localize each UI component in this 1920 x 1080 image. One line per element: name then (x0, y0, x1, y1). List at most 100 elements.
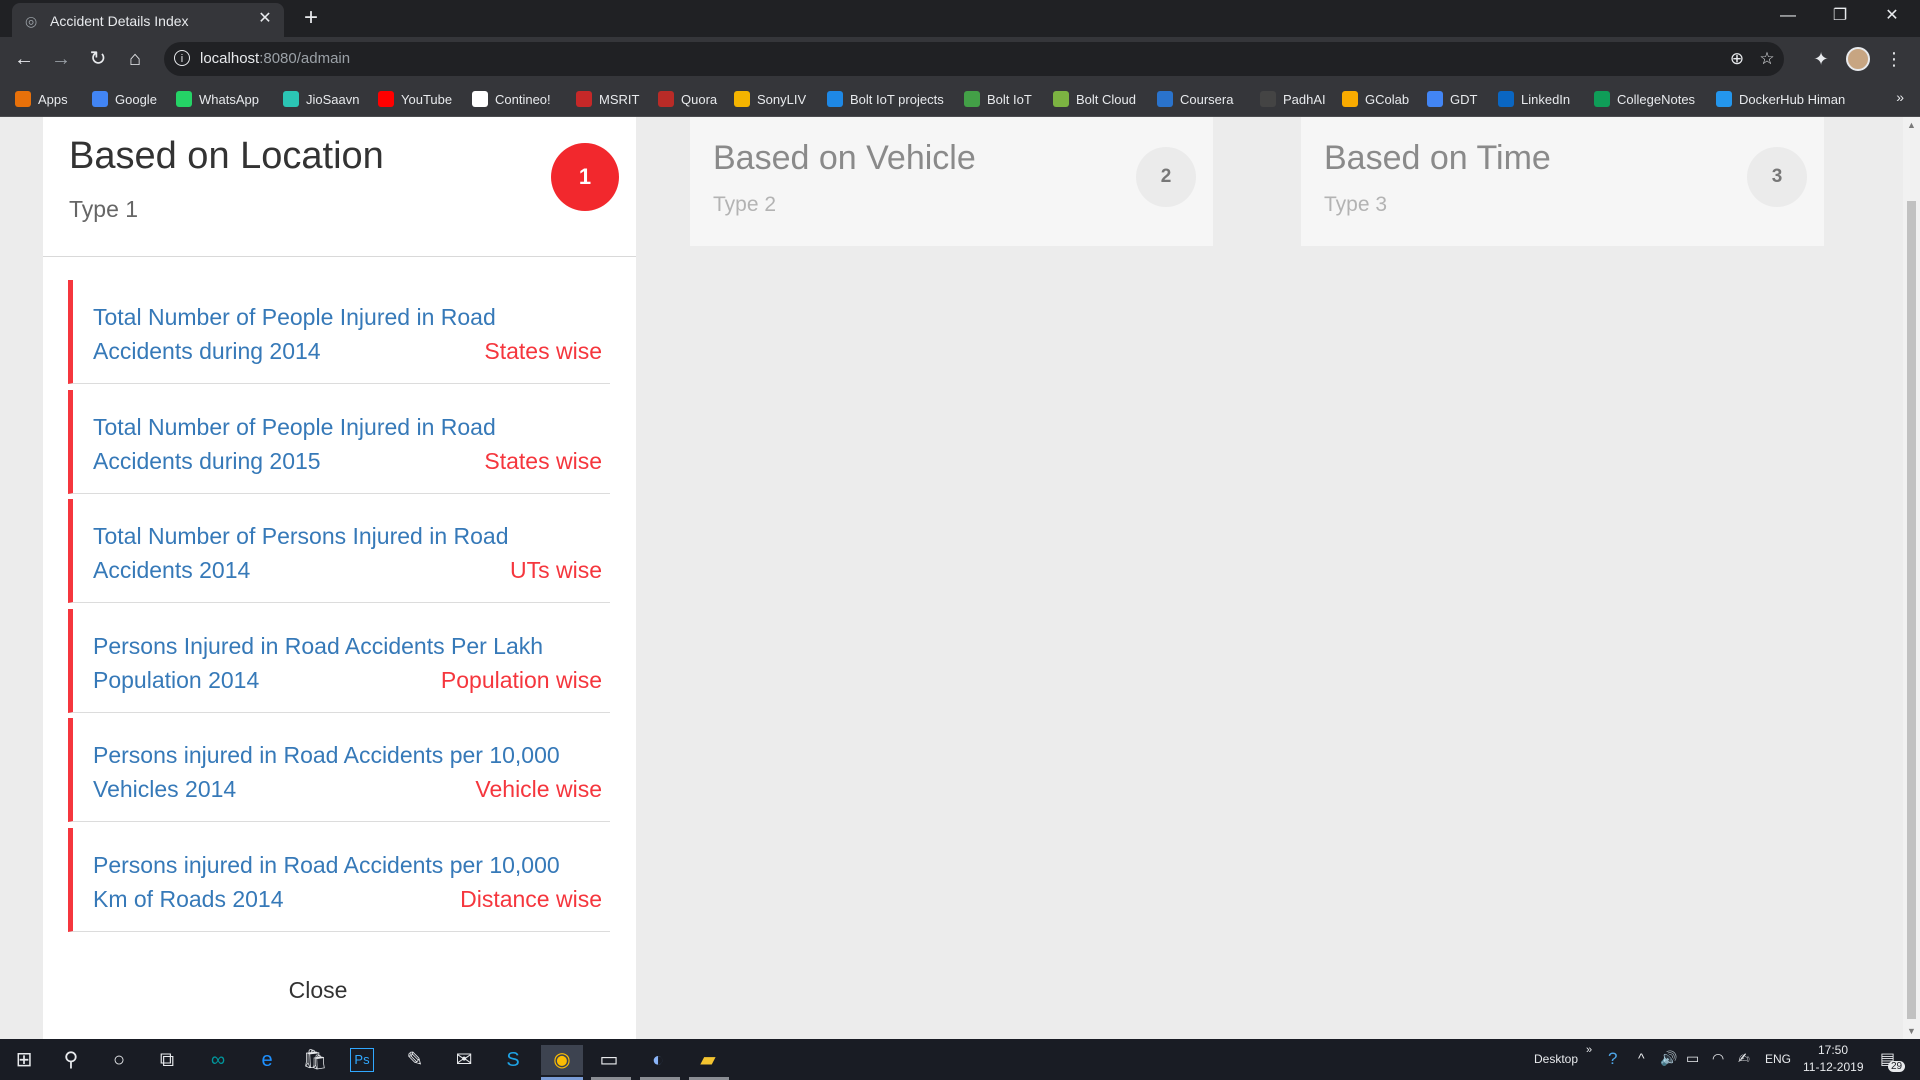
wifi-icon[interactable]: ◠ (1712, 1050, 1724, 1067)
window-close-icon[interactable]: ✕ (1868, 0, 1916, 32)
search-icon[interactable]: ⚲ (56, 1045, 86, 1075)
report-list-item[interactable]: Persons injured in Road Accidents per 10… (68, 827, 610, 932)
report-list-item[interactable]: Persons Injured in Road Accidents Per La… (68, 608, 610, 713)
card-based-on-vehicle[interactable]: Based on Vehicle Type 2 2 (690, 117, 1213, 246)
new-tab-button[interactable]: + (298, 5, 324, 31)
info-icon[interactable]: i (174, 50, 190, 66)
card-subtitle: Type 3 (1324, 193, 1388, 216)
windows-taskbar: ⊞ ⚲ ○ ⧉ ∞ e 🛍 Ps ✎ ✉ S ◉ ▭ ◐ ▰ Desktop »… (0, 1039, 1920, 1080)
bookmark-label: Bolt Cloud (1076, 91, 1136, 107)
bookmark-label: Coursera (1180, 91, 1234, 107)
gdt-icon (1427, 91, 1443, 107)
card-title: Based on Time (1324, 139, 1551, 177)
bookmark-apps[interactable]: Apps (15, 89, 68, 109)
bookmark-jiosaavn[interactable]: JioSaavn (283, 89, 359, 109)
scroll-thumb[interactable] (1907, 201, 1916, 1019)
extensions-puzzle-icon[interactable]: ✦ (1807, 45, 1835, 73)
card-badge: 3 (1747, 147, 1807, 207)
page-scrollbar[interactable]: ▲ ▼ (1903, 117, 1920, 1039)
bookmark-bolt-cloud[interactable]: Bolt Cloud (1053, 89, 1136, 109)
profile-avatar[interactable] (1846, 47, 1870, 71)
close-button[interactable]: Close (0, 977, 636, 1004)
forward-arrow-icon[interactable]: → (47, 45, 75, 73)
edge-icon[interactable]: e (252, 1045, 282, 1075)
bookmark-star-icon[interactable]: ☆ (1756, 48, 1778, 70)
linkedin-icon (1498, 91, 1514, 107)
bookmark-dockerhub-himan[interactable]: DockerHub Himan (1716, 89, 1845, 109)
mail-icon[interactable]: ✉ (449, 1045, 479, 1075)
card-divider (43, 256, 636, 257)
photoshop-icon[interactable]: Ps (350, 1048, 374, 1072)
volume-icon[interactable]: 🔊 (1660, 1050, 1677, 1067)
card-subtitle: Type 1 (69, 196, 139, 222)
tab-close-icon[interactable]: ✕ (256, 10, 274, 28)
card-subtitle: Type 2 (713, 193, 777, 216)
chevron-up-icon[interactable]: ^ (1638, 1050, 1645, 1066)
pen-icon[interactable]: ✍ (1738, 1050, 1750, 1067)
arduino-icon[interactable]: ∞ (203, 1045, 233, 1075)
skype-icon[interactable]: S (498, 1045, 528, 1075)
toolbar-overflow-icon[interactable]: » (1586, 1044, 1592, 1056)
windows-start-icon[interactable]: ⊞ (9, 1045, 39, 1075)
bookmark-padhai[interactable]: PadhAI (1260, 89, 1326, 109)
battery-icon[interactable]: ▭ (1686, 1050, 1699, 1067)
bookmark-google[interactable]: Google (92, 89, 157, 109)
report-list-item[interactable]: Total Number of Persons Injured in Road … (68, 499, 610, 603)
desktop-toolbar-label[interactable]: Desktop (1534, 1052, 1578, 1066)
scroll-up-icon[interactable]: ▲ (1903, 117, 1920, 133)
file-explorer-icon[interactable]: ▰ (693, 1045, 723, 1075)
cortana-icon[interactable]: ○ (104, 1045, 134, 1075)
report-list-item[interactable]: Persons injured in Road Accidents per 10… (68, 718, 610, 822)
bookmark-bolt-iot[interactable]: Bolt IoT (964, 89, 1032, 109)
tab-title: Accident Details Index (50, 13, 189, 29)
card-based-on-time[interactable]: Based on Time Type 3 3 (1301, 117, 1824, 246)
msrit-icon (576, 91, 592, 107)
address-bar[interactable]: i localhost:8080/admain ⊕ ☆ (164, 42, 1784, 76)
card-title: Based on Location (69, 135, 384, 177)
zoom-icon[interactable]: ⊕ (1726, 48, 1748, 70)
bookmark-gcolab[interactable]: GColab (1342, 89, 1409, 109)
bookmark-label: DockerHub Himan (1739, 91, 1846, 107)
sublime-icon[interactable]: ✎ (400, 1045, 430, 1075)
reload-icon[interactable]: ↻ (84, 45, 112, 73)
quora-icon (658, 91, 674, 107)
bookmark-coursera[interactable]: Coursera (1157, 89, 1233, 109)
home-icon[interactable]: ⌂ (121, 45, 149, 73)
bookmark-quora[interactable]: Quora (658, 89, 717, 109)
bookmark-bolt-iot-projects[interactable]: Bolt IoT projects (827, 89, 944, 109)
bookmark-label: Contineo! (495, 91, 551, 107)
report-list-item[interactable]: Total Number of People Injured in Road A… (68, 389, 610, 494)
task-view-icon[interactable]: ⧉ (152, 1045, 182, 1075)
report-category-tag: Vehicle wise (475, 776, 602, 802)
restore-icon[interactable]: ❐ (1816, 0, 1864, 32)
report-list-item[interactable]: Total Number of People Injured in Road A… (68, 280, 610, 384)
browser-tab[interactable]: ◎ Accident Details Index ✕ (12, 3, 284, 37)
terminal-icon[interactable]: ▭ (594, 1045, 624, 1075)
clock-date[interactable]: 11-12-2019 (1803, 1060, 1864, 1074)
docker-icon (1716, 91, 1732, 107)
eclipse-icon[interactable]: ◐ (643, 1045, 673, 1075)
bookmark-contineo[interactable]: Contineo! (472, 89, 551, 109)
chrome-icon[interactable]: ◉ (541, 1045, 583, 1075)
bookmark-linkedin[interactable]: LinkedIn (1498, 89, 1570, 109)
store-icon[interactable]: 🛍 (300, 1045, 330, 1075)
bookmarks-overflow-icon[interactable]: » (1896, 89, 1904, 105)
bookmark-collegenotes[interactable]: CollegeNotes (1594, 89, 1695, 109)
minimize-icon[interactable]: — (1764, 0, 1812, 32)
bookmark-youtube[interactable]: YouTube (378, 89, 452, 109)
bookmark-whatsapp[interactable]: WhatsApp (176, 89, 259, 109)
clock-time[interactable]: 17:50 (1818, 1043, 1848, 1057)
language-indicator[interactable]: ENG (1765, 1052, 1791, 1066)
menu-kebab-icon[interactable]: ⋮ (1880, 45, 1908, 73)
back-arrow-icon[interactable]: ← (10, 45, 38, 73)
scroll-down-icon[interactable]: ▼ (1903, 1023, 1920, 1039)
bookmark-gdt[interactable]: GDT (1427, 89, 1477, 109)
bookmark-msrit[interactable]: MSRIT (576, 89, 639, 109)
bookmark-label: SonyLIV (757, 91, 807, 107)
help-icon[interactable]: ? (1608, 1049, 1617, 1069)
bookmark-label: WhatsApp (199, 91, 259, 107)
report-title-link[interactable]: Total Number of Persons Injured in Road … (93, 519, 563, 587)
bookmark-sonyliv[interactable]: SonyLIV (734, 89, 806, 109)
card-title: Based on Vehicle (713, 139, 976, 177)
card-based-on-location: Based on Location Type 1 1 Total Number … (43, 117, 636, 1039)
